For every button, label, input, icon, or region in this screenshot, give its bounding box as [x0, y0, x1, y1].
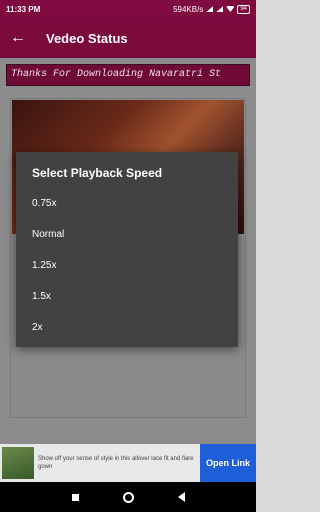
status-time: 11:33 PM [6, 4, 41, 14]
speed-option-0-75x[interactable]: 0.75x [32, 198, 56, 209]
speed-option-2x[interactable]: 2x [32, 322, 43, 333]
status-icons: 594KB/s 94 [173, 4, 250, 14]
page-title: Vedeo Status [46, 30, 128, 46]
app-toolbar: ← Vedeo Status [0, 18, 256, 58]
open-link-button[interactable]: Open Link [200, 444, 256, 482]
marquee-text: Thanks For Downloading Navaratri St [11, 69, 222, 80]
ad-image[interactable] [2, 447, 34, 479]
square-icon[interactable] [71, 493, 79, 501]
playback-speed-dialog: Select Playback Speed 0.75x Normal 1.25x… [16, 152, 238, 347]
signal-icon-2 [216, 6, 224, 12]
battery-icon: 94 [237, 4, 250, 14]
system-nav-bar [0, 482, 256, 512]
speed-option-normal[interactable]: Normal [32, 229, 64, 240]
ad-banner[interactable]: Show off your sense of style in this all… [0, 444, 256, 482]
circle-icon[interactable] [122, 491, 134, 503]
dialog-title: Select Playback Speed [32, 166, 163, 180]
arrow-left-icon[interactable]: ← [10, 29, 30, 47]
signal-icon [206, 6, 214, 12]
network-speed: 594KB/s [173, 4, 204, 14]
marquee-banner: Thanks For Downloading Navaratri St [6, 64, 250, 86]
triangle-back-icon[interactable] [177, 492, 185, 502]
ad-text: Show off your sense of style in this all… [38, 456, 194, 470]
speed-option-1-5x[interactable]: 1.5x [32, 291, 51, 302]
wifi-icon [226, 6, 235, 12]
speed-option-1-25x[interactable]: 1.25x [32, 260, 56, 271]
status-bar: 11:33 PM 594KB/s 94 [0, 0, 256, 18]
